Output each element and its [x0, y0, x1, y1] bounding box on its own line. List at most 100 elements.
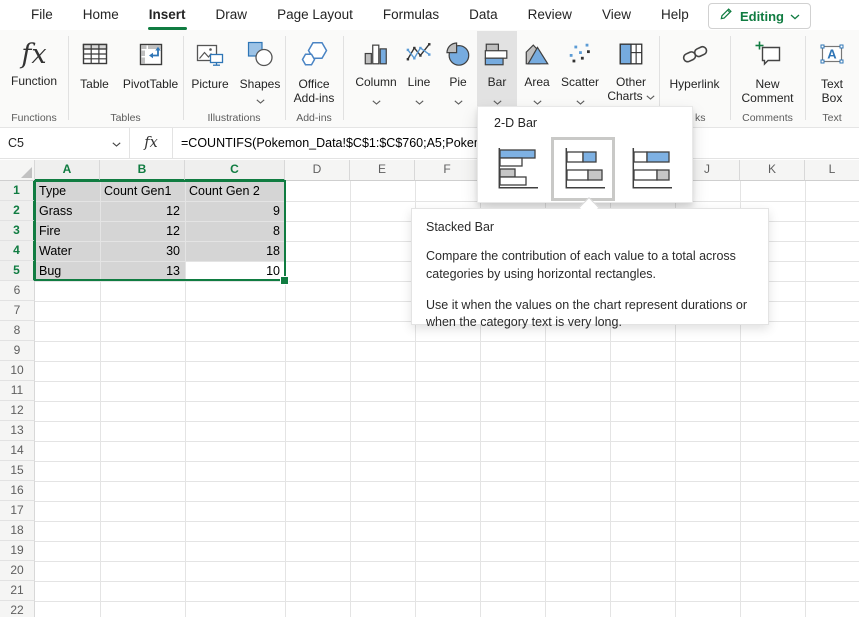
- menu-tab-file[interactable]: File: [16, 0, 68, 30]
- menu-tab-view[interactable]: View: [587, 0, 646, 30]
- row-header-11[interactable]: 11: [0, 381, 35, 401]
- pivottable-button[interactable]: PivotTable: [120, 31, 182, 109]
- function-fx-icon: fx: [21, 39, 46, 71]
- area-chart-button[interactable]: Area: [517, 31, 557, 108]
- column-header-D[interactable]: D: [285, 160, 350, 181]
- menu-tab-help[interactable]: Help: [646, 0, 704, 30]
- column-header-F[interactable]: F: [415, 160, 480, 181]
- excel-window: File Home Insert Draw Page Layout Formul…: [0, 0, 859, 617]
- row-header-22[interactable]: 22: [0, 601, 35, 617]
- menu-tab-page-layout[interactable]: Page Layout: [262, 0, 368, 30]
- row-header-21[interactable]: 21: [0, 581, 35, 601]
- line-chart-button[interactable]: Line: [399, 31, 439, 108]
- scatter-chart-button[interactable]: Scatter: [557, 31, 603, 108]
- column-header-L[interactable]: L: [805, 160, 859, 181]
- group-label-tables: Tables: [68, 112, 183, 124]
- stacked-bar-tooltip: Stacked Bar Compare the contribution of …: [411, 208, 769, 325]
- function-button[interactable]: fx Function: [11, 31, 57, 109]
- other-charts-button[interactable]: Other Charts: [603, 31, 659, 108]
- column-header-E[interactable]: E: [350, 160, 415, 181]
- ribbon-group-addins: Office Add-ins Add-ins: [285, 30, 343, 127]
- column-header-K[interactable]: K: [740, 160, 805, 181]
- name-box-value: C5: [8, 136, 24, 150]
- row-header-17[interactable]: 17: [0, 501, 35, 521]
- column-chart-button[interactable]: Column: [353, 31, 399, 108]
- bar-chart-button[interactable]: Bar: [477, 31, 517, 108]
- text-box-button[interactable]: A Text Box: [807, 31, 857, 109]
- new-comment-button[interactable]: New Comment: [733, 31, 803, 109]
- dropdown-options-row: [492, 137, 674, 201]
- menu-tab-review[interactable]: Review: [513, 0, 587, 30]
- row-header-2[interactable]: 2: [0, 201, 35, 221]
- group-label-functions: Functions: [0, 112, 68, 124]
- hyperlink-label: Hyperlink: [669, 77, 719, 91]
- ribbon-group-text: A Text Box Text: [805, 30, 859, 127]
- shapes-icon: [245, 39, 275, 74]
- row-header-4[interactable]: 4: [0, 241, 35, 261]
- column-header-A[interactable]: A: [35, 160, 100, 181]
- row-header-7[interactable]: 7: [0, 301, 35, 321]
- option-clustered-bar[interactable]: [492, 145, 540, 193]
- row-header-1[interactable]: 1: [0, 181, 35, 201]
- select-all-triangle-icon: [21, 167, 32, 178]
- menu-tab-home[interactable]: Home: [68, 0, 134, 30]
- row-header-20[interactable]: 20: [0, 561, 35, 581]
- hyperlink-button[interactable]: Hyperlink: [662, 31, 728, 109]
- office-addins-icon: [299, 39, 329, 74]
- row-header-12[interactable]: 12: [0, 401, 35, 421]
- area-chart-icon: [523, 40, 551, 73]
- gridline: [35, 481, 859, 482]
- pie-label: Pie: [449, 75, 466, 89]
- scatter-chart-icon: [566, 40, 594, 73]
- gridline: [35, 361, 859, 362]
- fx-icon: fx: [144, 135, 158, 151]
- menu-tab-data[interactable]: Data: [454, 0, 513, 30]
- row-header-13[interactable]: 13: [0, 421, 35, 441]
- column-header-C[interactable]: C: [185, 160, 285, 181]
- tooltip-body-1: Compare the contribution of each value t…: [426, 248, 754, 284]
- table-button[interactable]: Table: [70, 31, 120, 109]
- other-charts-label-1: Other: [616, 75, 646, 89]
- insert-function-button[interactable]: fx: [130, 128, 173, 158]
- gridline: [35, 521, 859, 522]
- row-header-10[interactable]: 10: [0, 361, 35, 381]
- column-header-B[interactable]: B: [100, 160, 185, 181]
- gridline: [35, 401, 859, 402]
- chevron-down-icon: [493, 92, 502, 97]
- shapes-label: Shapes: [240, 77, 281, 91]
- row-header-15[interactable]: 15: [0, 461, 35, 481]
- picture-label: Picture: [191, 77, 228, 91]
- column-label: Column: [355, 75, 396, 89]
- chevron-down-icon: [256, 91, 265, 109]
- chevron-down-icon: [646, 89, 655, 103]
- name-box[interactable]: C5: [0, 128, 130, 158]
- row-header-8[interactable]: 8: [0, 321, 35, 341]
- line-chart-icon: [405, 40, 433, 73]
- pie-chart-button[interactable]: Pie: [439, 31, 477, 108]
- menu-tab-formulas[interactable]: Formulas: [368, 0, 454, 30]
- stacked-bar-icon: [559, 145, 607, 193]
- row-header-18[interactable]: 18: [0, 521, 35, 541]
- gridline: [35, 561, 859, 562]
- menu-tab-draw[interactable]: Draw: [201, 0, 263, 30]
- row-header-16[interactable]: 16: [0, 481, 35, 501]
- gridline: [805, 181, 806, 617]
- name-box-chevron-icon[interactable]: [112, 136, 121, 150]
- select-all-corner[interactable]: [0, 160, 35, 181]
- row-header-5[interactable]: 5: [0, 261, 35, 281]
- menu-tab-insert[interactable]: Insert: [134, 0, 201, 30]
- fill-handle[interactable]: [280, 276, 289, 285]
- row-header-6[interactable]: 6: [0, 281, 35, 301]
- option-stacked-bar[interactable]: [551, 137, 615, 201]
- row-header-3[interactable]: 3: [0, 221, 35, 241]
- row-header-9[interactable]: 9: [0, 341, 35, 361]
- row-header-14[interactable]: 14: [0, 441, 35, 461]
- ribbon-group-illustrations: Picture Shapes Illustrations: [183, 30, 285, 127]
- shapes-button[interactable]: Shapes: [236, 31, 284, 109]
- row-header-19[interactable]: 19: [0, 541, 35, 561]
- office-addins-button[interactable]: Office Add-ins: [286, 31, 342, 109]
- option-100-stacked-bar[interactable]: [626, 145, 674, 193]
- picture-button[interactable]: Picture: [184, 31, 236, 109]
- editing-mode-button[interactable]: Editing: [708, 3, 811, 29]
- tooltip-title: Stacked Bar: [426, 220, 754, 234]
